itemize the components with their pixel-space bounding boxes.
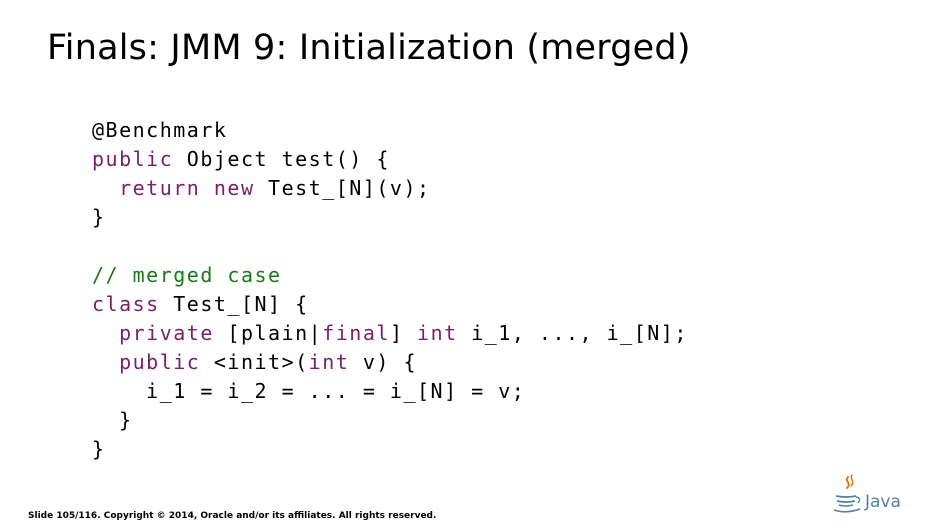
code-keyword: return [119, 176, 201, 200]
code-line: private [plain|final] int i_1, ..., i_[N… [92, 319, 688, 348]
code-text: <init>( [200, 350, 309, 374]
code-text: } [92, 205, 106, 229]
code-block: @Benchmark public Object test() { return … [92, 116, 688, 464]
code-line: } [92, 406, 688, 435]
java-coffee-cup-icon [833, 474, 861, 513]
code-keyword: int [308, 350, 350, 374]
code-keyword: int [417, 321, 458, 345]
code-text: @Benchmark [92, 118, 228, 142]
code-line: } [92, 203, 688, 232]
code-line: } [92, 435, 688, 464]
code-text: } [92, 408, 133, 432]
code-text: i_1 = i_2 = ... = i_[N] = v; [92, 379, 526, 403]
code-keyword: public [119, 350, 201, 374]
code-text: } [92, 437, 106, 461]
code-line: public Object test() { [92, 145, 688, 174]
code-keyword: public [92, 147, 174, 171]
code-line: i_1 = i_2 = ... = i_[N] = v; [92, 377, 688, 406]
code-keyword: private [119, 321, 214, 345]
code-line: @Benchmark [92, 116, 688, 145]
code-line: public <init>(int v) { [92, 348, 688, 377]
java-logo: Java [833, 474, 901, 513]
code-text: Test_[N](v); [254, 176, 431, 200]
code-text: Test_[N] { [159, 292, 309, 316]
code-text: Object test() { [173, 147, 390, 171]
code-line: class Test_[N] { [92, 290, 688, 319]
code-text: v) { [349, 350, 418, 374]
code-line: // merged case [92, 261, 688, 290]
code-text: [plain| [213, 321, 323, 345]
java-logo-text: Java [864, 492, 901, 512]
code-text: ] [389, 321, 418, 345]
code-text: i_1, ..., i_[N]; [457, 321, 688, 345]
code-keyword: new [213, 176, 255, 200]
code-keyword: class [92, 292, 160, 316]
code-keyword: final [322, 321, 390, 345]
code-line: return new Test_[N](v); [92, 174, 688, 203]
slide-title: Finals: JMM 9: Initialization (merged) [47, 28, 691, 68]
slide-footer: Slide 105/116. Copyright © 2014, Oracle … [28, 511, 437, 521]
code-comment: // merged case [92, 263, 282, 287]
